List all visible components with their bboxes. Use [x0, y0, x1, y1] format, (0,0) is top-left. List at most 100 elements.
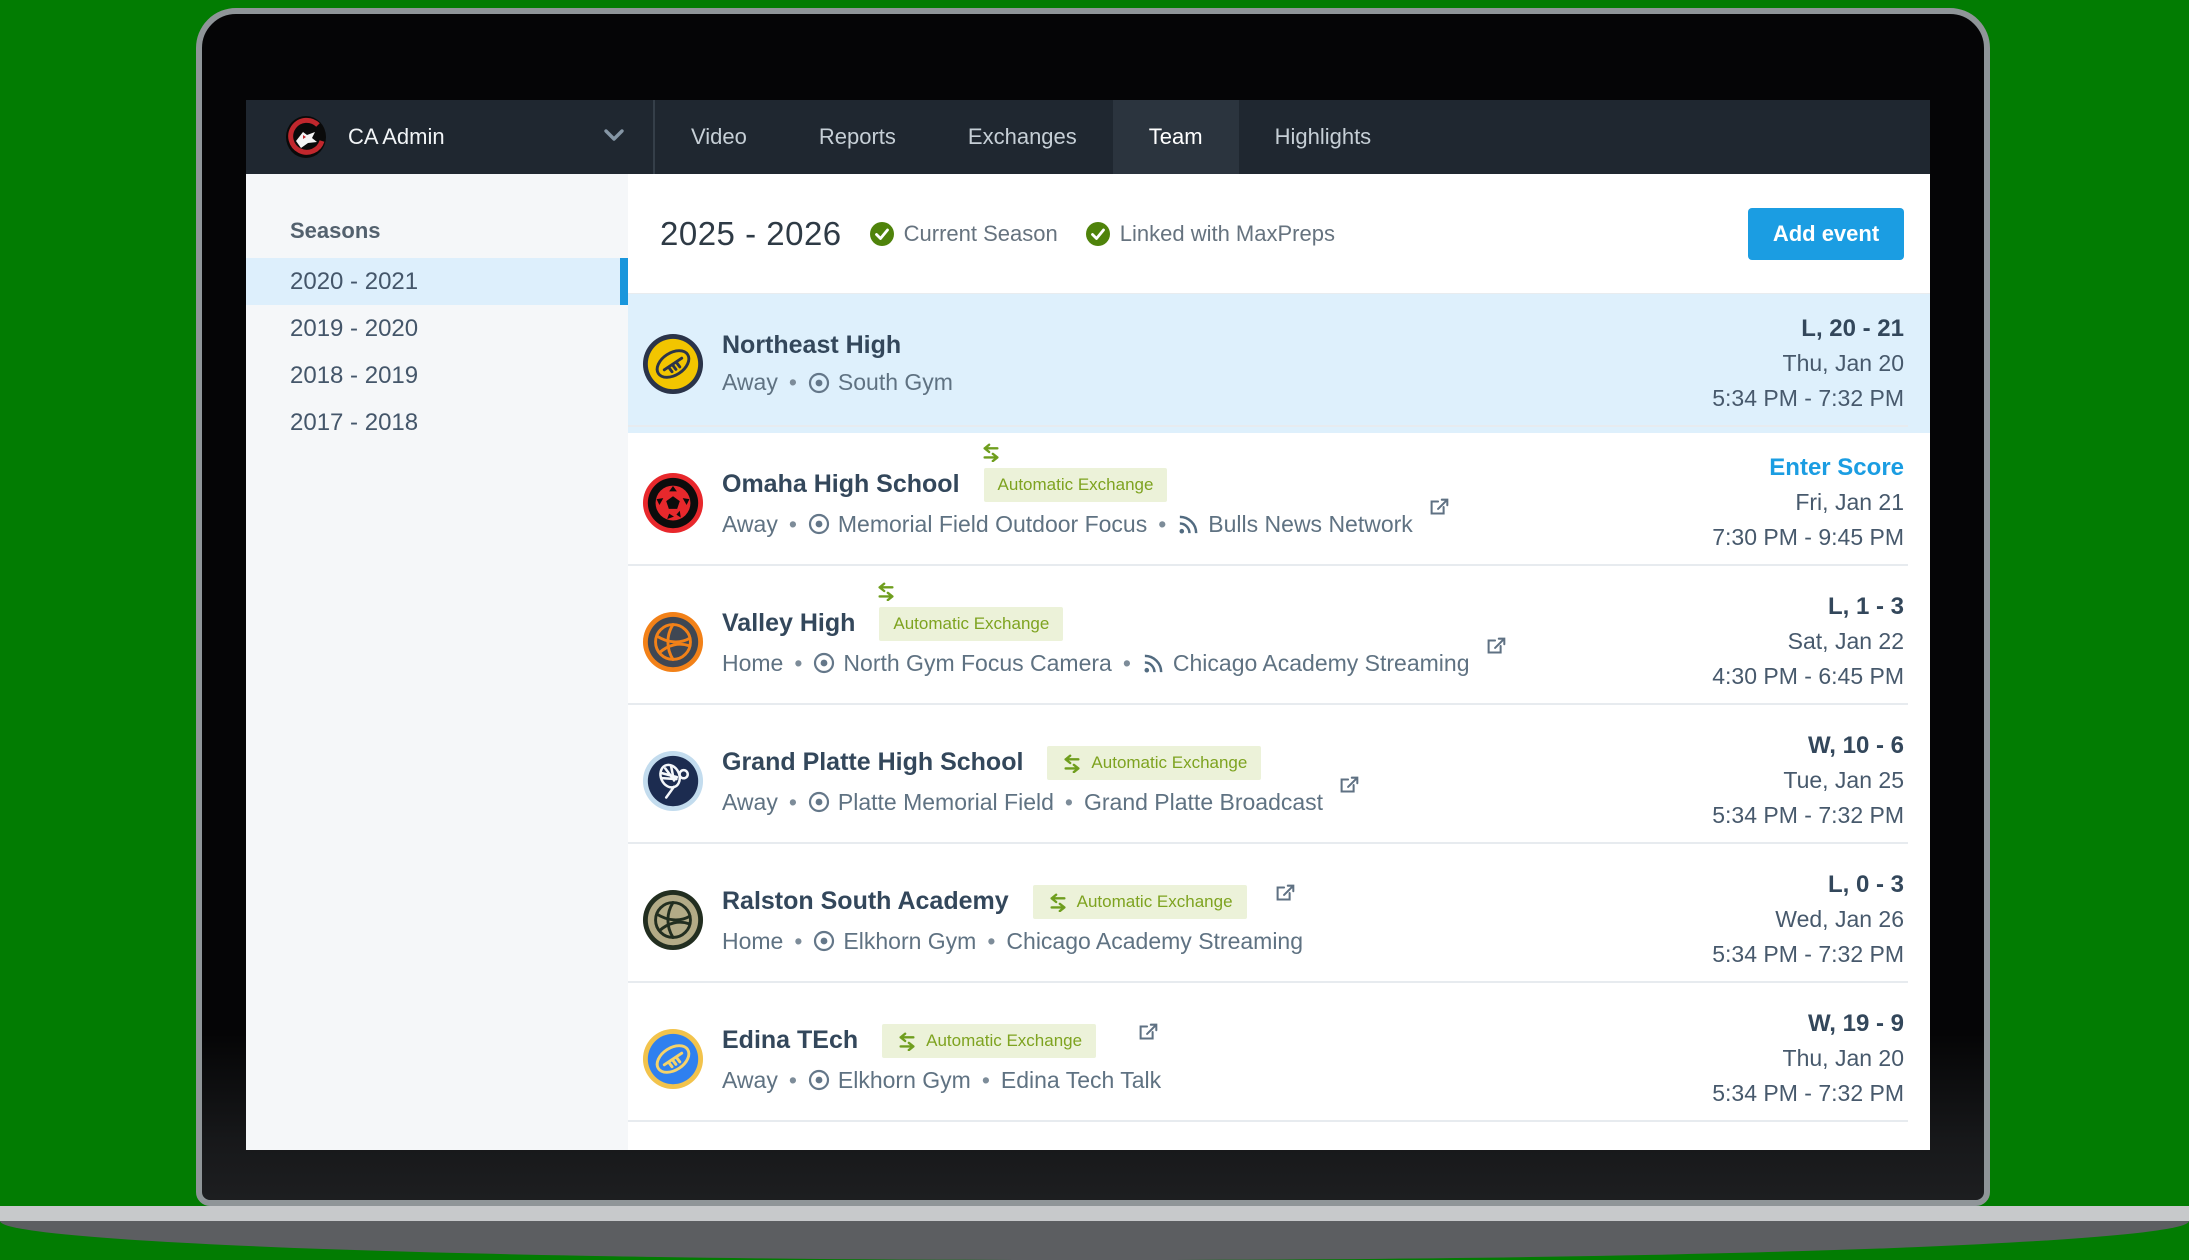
account-name: CA Admin: [348, 124, 445, 150]
event-result-block: L, 1 - 3 Sat, Jan 22 4:30 PM - 6:45 PM: [1712, 589, 1904, 694]
exchange-arrows-icon: [980, 442, 1002, 467]
home-away-label: Away: [722, 369, 778, 396]
date-label: Thu, Jan 20: [1712, 346, 1904, 381]
score-label: W, 10 - 6: [1712, 728, 1904, 763]
nav-tab-exchanges[interactable]: Exchanges: [932, 100, 1113, 174]
venue-camera-icon: [808, 513, 830, 535]
broadcast-label: Bulls News Network: [1208, 511, 1413, 538]
team-logo-icon: [284, 115, 328, 159]
automatic-exchange-badge: Automatic Exchange: [984, 468, 1168, 502]
sidebar-item-season-2018-2019[interactable]: 2018 - 2019: [246, 352, 628, 399]
event-result-block: W, 10 - 6 Tue, Jan 25 5:34 PM - 7:32 PM: [1712, 728, 1904, 833]
broadcast-label: Edina Tech Talk: [1001, 1067, 1161, 1094]
top-nav-bar: CA Admin Video Reports Exchanges Team Hi…: [246, 100, 1930, 174]
exchange-arrows-icon: [1061, 753, 1083, 773]
time-label: 7:30 PM - 9:45 PM: [1712, 520, 1904, 555]
automatic-exchange-badge: Automatic Exchange: [1033, 885, 1247, 919]
event-meta: Home • Elkhorn Gym • Chicago Academy Str…: [722, 928, 1303, 955]
event-row[interactable]: Grand Platte High School Automatic Excha…: [628, 711, 1930, 850]
maxpreps-linked-badge: Linked with MaxPreps: [1086, 221, 1335, 247]
automatic-exchange-badge: Automatic Exchange: [1047, 746, 1261, 780]
venue-label: South Gym: [838, 369, 953, 396]
event-row[interactable]: Valley High Automatic Exchange Home • No…: [628, 572, 1930, 711]
event-meta: Away • Platte Memorial Field • Grand Pla…: [722, 789, 1361, 816]
event-result-block: L, 20 - 21 Thu, Jan 20 5:34 PM - 7:32 PM: [1712, 311, 1904, 416]
event-row[interactable]: Omaha High School Automatic Exchange Awa…: [628, 433, 1930, 572]
football-icon: [642, 333, 704, 395]
exchange-arrows-icon: [875, 581, 897, 606]
app-window: CA Admin Video Reports Exchanges Team Hi…: [246, 100, 1930, 1150]
check-circle-icon: [870, 222, 894, 246]
broadcast-rss-icon: [1142, 652, 1165, 675]
venue-label: North Gym Focus Camera: [843, 650, 1111, 677]
team-name: Edina TEch: [722, 1026, 858, 1055]
nav-items: Video Reports Exchanges Team Highlights: [655, 100, 1407, 174]
chevron-down-icon: [601, 122, 627, 153]
home-away-label: Home: [722, 650, 783, 677]
event-meta: Away • South Gym: [722, 369, 953, 396]
venue-camera-icon: [808, 791, 830, 813]
add-event-button[interactable]: Add event: [1748, 208, 1904, 260]
time-label: 4:30 PM - 6:45 PM: [1712, 659, 1904, 694]
external-link-icon[interactable]: [1273, 882, 1297, 906]
nav-tab-reports[interactable]: Reports: [783, 100, 932, 174]
external-link-icon[interactable]: [1136, 1021, 1160, 1045]
home-away-label: Away: [722, 789, 778, 816]
date-label: Thu, Jan 20: [1712, 1041, 1904, 1076]
time-label: 5:34 PM - 7:32 PM: [1712, 1076, 1904, 1111]
sidebar-title: Seasons: [290, 218, 628, 244]
event-meta: Home • North Gym Focus Camera • Chicago …: [722, 650, 1508, 677]
score-label: L, 20 - 21: [1712, 311, 1904, 346]
venue-label: Platte Memorial Field: [838, 789, 1054, 816]
enter-score-link[interactable]: Enter Score: [1712, 450, 1904, 485]
venue-label: Elkhorn Gym: [838, 1067, 971, 1094]
sidebar-item-season-2017-2018[interactable]: 2017 - 2018: [246, 399, 628, 446]
event-row[interactable]: Northeast High Away • South Gym L, 20 - …: [628, 294, 1930, 433]
broadcast-label: Chicago Academy Streaming: [1006, 928, 1303, 955]
broadcast-label: Chicago Academy Streaming: [1173, 650, 1470, 677]
football-icon: [642, 1028, 704, 1090]
event-row[interactable]: Ralston South Academy Automatic Exchange…: [628, 850, 1930, 989]
event-result-block: L, 0 - 3 Wed, Jan 26 5:34 PM - 7:32 PM: [1712, 867, 1904, 972]
nav-tab-team[interactable]: Team: [1113, 100, 1239, 174]
broadcast-rss-icon: [1177, 513, 1200, 536]
event-list: Northeast High Away • South Gym L, 20 - …: [628, 294, 1930, 1128]
automatic-exchange-badge: Automatic Exchange: [882, 1024, 1096, 1058]
team-name: Ralston South Academy: [722, 887, 1009, 916]
date-label: Tue, Jan 25: [1712, 763, 1904, 798]
lacrosse-icon: [642, 750, 704, 812]
home-away-label: Away: [722, 511, 778, 538]
event-row[interactable]: Edina TEch Automatic Exchange Away •: [628, 989, 1930, 1128]
external-link-icon[interactable]: [1337, 774, 1361, 798]
nav-tab-highlights[interactable]: Highlights: [1239, 100, 1408, 174]
external-link-icon[interactable]: [1427, 496, 1451, 520]
seasons-sidebar: Seasons 2020 - 2021 2019 - 2020 2018 - 2…: [246, 174, 628, 1150]
event-meta: Away • Memorial Field Outdoor Focus • Bu…: [722, 511, 1451, 538]
sidebar-item-season-2020-2021[interactable]: 2020 - 2021: [246, 258, 628, 305]
broadcast-label: Grand Platte Broadcast: [1084, 789, 1323, 816]
home-away-label: Home: [722, 928, 783, 955]
laptop-hinge: [0, 1206, 2189, 1221]
date-label: Sat, Jan 22: [1712, 624, 1904, 659]
event-result-block: W, 19 - 9 Thu, Jan 20 5:34 PM - 7:32 PM: [1712, 1006, 1904, 1111]
team-name: Northeast High: [722, 331, 901, 360]
time-label: 5:34 PM - 7:32 PM: [1712, 381, 1904, 416]
sidebar-item-season-2019-2020[interactable]: 2019 - 2020: [246, 305, 628, 352]
venue-camera-icon: [813, 652, 835, 674]
check-circle-icon: [1086, 222, 1110, 246]
score-label: L, 0 - 3: [1712, 867, 1904, 902]
exchange-arrows-icon: [896, 1031, 918, 1051]
account-switcher[interactable]: CA Admin: [246, 100, 655, 174]
season-header: 2025 - 2026 Current Season Linked with M…: [628, 174, 1930, 294]
nav-tab-video[interactable]: Video: [655, 100, 783, 174]
score-label: W, 19 - 9: [1712, 1006, 1904, 1041]
time-label: 5:34 PM - 7:32 PM: [1712, 937, 1904, 972]
season-title: 2025 - 2026: [660, 215, 842, 253]
laptop-base: [0, 1221, 2189, 1260]
venue-label: Elkhorn Gym: [843, 928, 976, 955]
venue-camera-icon: [808, 1069, 830, 1091]
external-link-icon[interactable]: [1484, 635, 1508, 659]
team-name: Grand Platte High School: [722, 748, 1023, 777]
volleyball-icon: [642, 611, 704, 673]
team-name: Valley High: [722, 609, 855, 638]
